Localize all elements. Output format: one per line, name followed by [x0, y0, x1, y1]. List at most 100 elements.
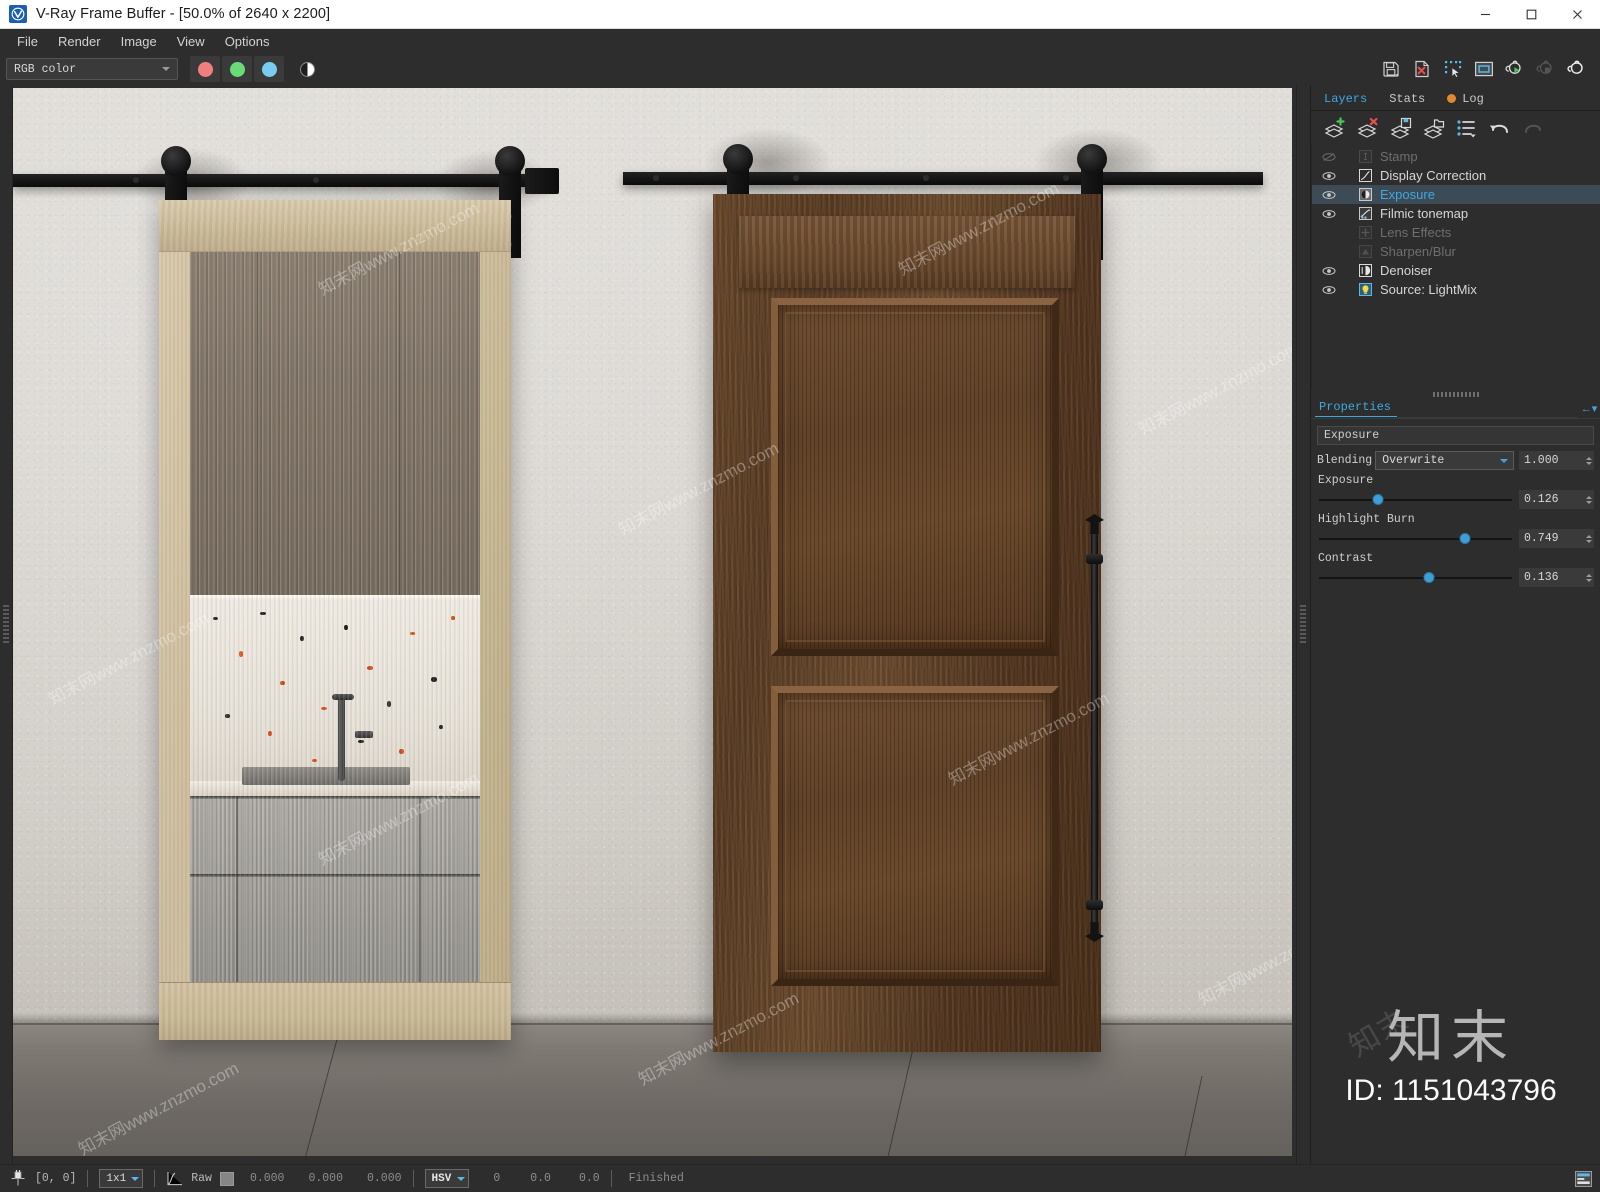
left-splitter[interactable]: [0, 85, 13, 1164]
sampled-color-swatch[interactable]: [219, 1171, 234, 1186]
blending-opacity-stepper[interactable]: [1583, 451, 1594, 470]
load-layers-button[interactable]: [1418, 114, 1450, 142]
visibility-on-icon[interactable]: [1316, 209, 1342, 219]
channel-select[interactable]: RGB color: [6, 58, 178, 80]
green-channel-icon: [229, 61, 245, 77]
clear-image-button[interactable]: [1406, 55, 1437, 83]
terrazzo-speck: [366, 665, 373, 670]
layer-options-button[interactable]: [1451, 114, 1483, 142]
highlight-burn-value-field[interactable]: 0.749: [1519, 529, 1583, 548]
status-divider: [87, 1170, 89, 1187]
terrazzo-speck: [410, 632, 416, 636]
zoom-ratio-select[interactable]: 1x1: [99, 1169, 144, 1188]
visibility-on-icon[interactable]: [1316, 171, 1342, 181]
tab-properties[interactable]: Properties: [1315, 400, 1398, 417]
exposure-slider-thumb[interactable]: [1372, 494, 1384, 505]
redo-button[interactable]: [1517, 114, 1549, 142]
render-last-button[interactable]: [1561, 55, 1592, 83]
menu-file[interactable]: File: [8, 31, 47, 52]
close-button[interactable]: [1554, 0, 1600, 29]
status-divider: [412, 1170, 414, 1187]
right-door-upper-panel-inner: [785, 312, 1045, 642]
blending-opacity-field[interactable]: 1.000: [1519, 451, 1583, 470]
contrast-slider-thumb[interactable]: [1423, 572, 1435, 583]
property-layer-name[interactable]: Exposure: [1317, 426, 1594, 445]
menu-image[interactable]: Image: [112, 31, 166, 52]
door-handle-upper-mount: [1086, 554, 1103, 564]
exposure-slider[interactable]: [1317, 490, 1514, 509]
panel-resize-handle[interactable]: [1311, 389, 1600, 399]
layer-row-stamp[interactable]: Stamp: [1312, 147, 1600, 166]
render-start-button[interactable]: [1499, 55, 1530, 83]
terrazzo-speck: [358, 739, 365, 743]
color-mode-select[interactable]: HSV: [424, 1169, 470, 1188]
contrast-slider[interactable]: [1317, 568, 1514, 587]
render-stop-button[interactable]: [1530, 55, 1561, 83]
layer-name: Exposure: [1380, 187, 1435, 202]
save-image-button[interactable]: [1375, 55, 1406, 83]
terrazzo-speck: [279, 680, 285, 685]
image-viewport[interactable]: 知末网www.znzmo.com 知末网www.znzmo.com 知末网www…: [13, 85, 1296, 1164]
view-image-button[interactable]: [1468, 55, 1499, 83]
green-channel-button[interactable]: [222, 56, 252, 82]
rgb-value-g: 0.000: [308, 1172, 343, 1185]
hanger-wheel-icon: [1077, 144, 1107, 174]
visibility-on-icon[interactable]: [1316, 190, 1342, 200]
filmic-icon: [1358, 206, 1373, 221]
region-select-button[interactable]: [1437, 55, 1468, 83]
layer-list[interactable]: Stamp Display Correction Exposure Filmic…: [1311, 145, 1600, 389]
visibility-off-icon[interactable]: [1316, 152, 1342, 162]
monochrome-toggle-button[interactable]: [292, 56, 322, 82]
menu-view[interactable]: View: [168, 31, 214, 52]
blending-value: Overwrite: [1382, 454, 1445, 467]
tab-layers[interactable]: Layers: [1313, 86, 1379, 110]
rail-bolt: [793, 175, 799, 181]
layer-row-display-correction[interactable]: Display Correction: [1312, 166, 1600, 185]
visibility-on-icon[interactable]: [1316, 266, 1342, 276]
denoiser-icon: [1358, 263, 1373, 278]
layer-row-sharpen-blur[interactable]: Sharpen/Blur: [1312, 242, 1600, 261]
right-splitter[interactable]: [1296, 85, 1310, 1164]
highlight-burn-stepper[interactable]: [1583, 529, 1594, 548]
exposure-value-field[interactable]: 0.126: [1519, 490, 1583, 509]
highlight-burn-slider[interactable]: [1317, 529, 1514, 548]
collapse-properties-icon[interactable]: ←▾: [1578, 402, 1600, 415]
blue-channel-button[interactable]: [254, 56, 284, 82]
layer-row-exposure[interactable]: Exposure: [1312, 185, 1600, 204]
save-layers-button[interactable]: [1385, 114, 1417, 142]
layer-row-source-lightmix[interactable]: Source: LightMix: [1312, 280, 1600, 299]
tab-log[interactable]: Log: [1436, 86, 1495, 110]
layer-row-lens-effects[interactable]: Lens Effects: [1312, 223, 1600, 242]
layout-toggle-icon[interactable]: [1572, 1169, 1594, 1189]
exposure-stepper[interactable]: [1583, 490, 1594, 509]
contrast-value-field[interactable]: 0.136: [1519, 568, 1583, 587]
pixel-lock-icon[interactable]: [10, 1170, 26, 1187]
gamma-curve-icon[interactable]: [166, 1171, 183, 1187]
rail-bolt: [923, 175, 929, 181]
left-door-wood-slats: [190, 252, 480, 596]
tab-stats[interactable]: Stats: [1378, 86, 1437, 110]
visibility-on-icon[interactable]: [1316, 285, 1342, 295]
add-layer-button[interactable]: [1319, 114, 1351, 142]
properties-body: Exposure Blending Overwrite 1.000 Exposu…: [1311, 419, 1600, 587]
delete-layer-button[interactable]: [1352, 114, 1384, 142]
terrazzo-speck: [268, 730, 273, 736]
blending-select[interactable]: Overwrite: [1375, 451, 1514, 470]
layer-row-denoiser[interactable]: Denoiser: [1312, 261, 1600, 280]
layer-name: Denoiser: [1380, 263, 1433, 278]
undo-button[interactable]: [1484, 114, 1516, 142]
menu-render[interactable]: Render: [49, 31, 110, 52]
layer-name: Lens Effects: [1380, 225, 1452, 240]
menu-options[interactable]: Options: [216, 31, 279, 52]
layer-row-filmic-tonemap[interactable]: Filmic tonemap: [1312, 204, 1600, 223]
kitchen-interior: [190, 595, 480, 982]
red-channel-button[interactable]: [190, 56, 220, 82]
minimize-button[interactable]: [1462, 0, 1508, 29]
curve-icon: [1358, 168, 1373, 183]
layer-name: Display Correction: [1380, 168, 1487, 183]
contrast-stepper[interactable]: [1583, 568, 1594, 587]
highlight-burn-slider-thumb[interactable]: [1459, 533, 1471, 544]
exposure-icon: [1358, 187, 1373, 202]
terrazzo-speck: [311, 758, 317, 762]
maximize-button[interactable]: [1508, 0, 1554, 29]
